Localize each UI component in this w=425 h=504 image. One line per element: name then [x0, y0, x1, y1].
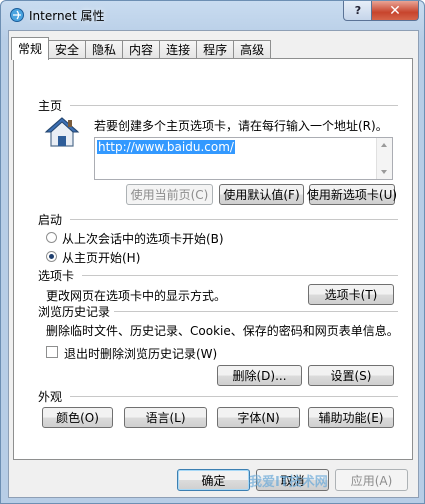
home-section-label: 主页 [38, 99, 63, 113]
general-tab-page: 主页 若要创建多个主页选项卡，请在每行输入一个地址(R)。 http://www… [13, 58, 413, 460]
history-separator [114, 311, 398, 312]
help-button[interactable]: ? [343, 1, 373, 21]
watermark-text: 我爱IT技术网 [249, 475, 328, 490]
tab-strip: 常规 安全 隐私 内容 连接 程序 高级 [11, 37, 272, 60]
tab-general[interactable]: 常规 [11, 37, 50, 60]
tabs-separator [82, 275, 398, 276]
close-button[interactable]: ✕ [371, 1, 419, 21]
radio-last-session-label[interactable]: 从上次会话中的选项卡开始(B) [62, 230, 224, 247]
tabs-description: 更改网页在选项卡中的显示方式。 [46, 289, 227, 303]
internet-explorer-icon [10, 8, 24, 22]
home-description: 若要创建多个主页选项卡，请在每行输入一个地址(R)。 [94, 119, 388, 133]
internet-options-window: Internet 属性 ? ✕ 常规 安全 隐私 内容 连接 程序 高级 主页 … [0, 0, 425, 504]
delete-history-on-exit-label[interactable]: 退出时删除浏览历史记录(W) [64, 345, 217, 362]
radio-home-page[interactable] [46, 251, 57, 262]
fonts-button[interactable]: 字体(N) [217, 407, 300, 428]
delete-history-on-exit-checkbox[interactable] [46, 346, 58, 358]
use-current-button[interactable]: 使用当前页(C) [126, 184, 213, 205]
startup-section-label: 启动 [38, 213, 63, 227]
history-section-label: 浏览历史记录 [38, 305, 111, 319]
scroll-down-icon[interactable] [381, 170, 387, 174]
tab-advanced[interactable]: 高级 [233, 40, 272, 60]
tab-content[interactable]: 内容 [122, 40, 161, 60]
home-url-textarea[interactable]: http://www.baidu.com/ [94, 137, 393, 180]
home-icon [44, 117, 80, 147]
history-settings-button[interactable]: 设置(S) [308, 365, 394, 386]
apply-button[interactable]: 应用(A) [335, 469, 408, 491]
radio-home-page-label[interactable]: 从主页开始(H) [62, 249, 140, 266]
use-new-tab-button[interactable]: 使用新选项卡(U) [307, 184, 397, 205]
dialog-client-area: 常规 安全 隐私 内容 连接 程序 高级 主页 若要创建多个主页选项卡，请在每行… [8, 30, 419, 498]
use-default-button[interactable]: 使用默认值(F) [219, 184, 304, 205]
tabs-section-label: 选项卡 [38, 269, 75, 283]
radio-last-session[interactable] [46, 232, 57, 243]
home-url-value: http://www.baidu.com/ [97, 140, 235, 154]
title-bar[interactable]: Internet 属性 ? ✕ [1, 1, 424, 29]
tab-programs[interactable]: 程序 [196, 40, 235, 60]
appearance-section-label: 外观 [38, 390, 63, 404]
tab-privacy[interactable]: 隐私 [85, 40, 124, 60]
appearance-separator [70, 396, 398, 397]
history-description: 删除临时文件、历史记录、Cookie、保存的密码和网页表单信息。 [46, 324, 399, 338]
radio-selected-dot [49, 254, 54, 259]
tab-connections[interactable]: 连接 [159, 40, 198, 60]
tabs-settings-button[interactable]: 选项卡(T) [308, 284, 394, 305]
colors-button[interactable]: 颜色(O) [42, 407, 113, 428]
startup-separator [70, 219, 398, 220]
url-scrollbar[interactable] [376, 138, 392, 179]
delete-history-button[interactable]: 删除(D)... [217, 365, 302, 386]
scroll-up-icon[interactable] [381, 143, 387, 147]
window-title: Internet 属性 [29, 9, 105, 23]
accessibility-button[interactable]: 辅助功能(E) [308, 407, 394, 428]
languages-button[interactable]: 语言(L) [124, 407, 207, 428]
home-separator [70, 105, 398, 106]
ok-button[interactable]: 确定 [177, 469, 250, 491]
tab-security[interactable]: 安全 [48, 40, 87, 60]
